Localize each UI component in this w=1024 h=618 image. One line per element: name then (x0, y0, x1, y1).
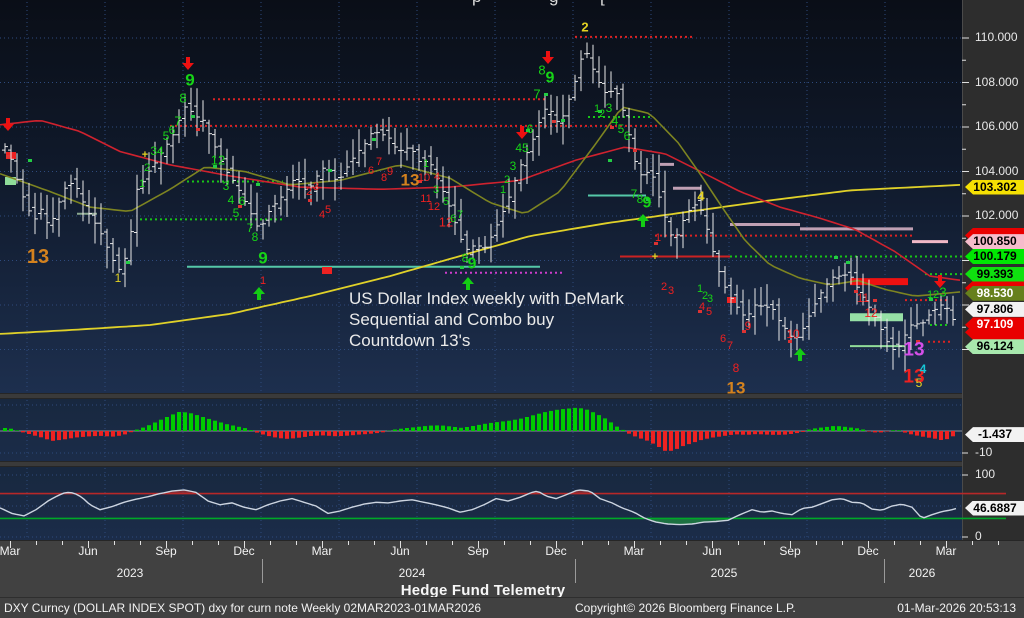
price-level-badge: 99.393 (965, 267, 1024, 282)
price-level-badge: 96.124 (965, 339, 1024, 354)
time-axis[interactable]: Hedge Fund Telemetry MarJunSepDecMarJunS… (0, 540, 1024, 597)
macd-panel[interactable] (0, 399, 962, 461)
clipped-title-glyph: g (549, 0, 558, 7)
time-tick-label: Dec (233, 544, 254, 558)
time-minor-tick (192, 541, 193, 545)
time-tick-label: Jun (390, 544, 409, 558)
year-label: 2025 (711, 566, 738, 580)
time-minor-tick (452, 541, 453, 545)
time-minor-tick (816, 541, 817, 545)
time-minor-tick (582, 541, 583, 545)
time-tick-label: Mar (936, 544, 957, 558)
year-separator (884, 559, 885, 583)
price-tick-label: 102.000 (975, 208, 1018, 222)
time-minor-tick (270, 541, 271, 545)
year-label: 2023 (117, 566, 144, 580)
time-minor-tick (894, 541, 895, 545)
time-minor-tick (530, 541, 531, 545)
price-level-badge: 97.806 (965, 302, 1024, 317)
time-minor-tick (218, 541, 219, 545)
time-tick-label: Jun (78, 544, 97, 558)
copyright-text: Copyright© 2026 Bloomberg Finance L.P. (575, 598, 796, 618)
chart-annotation-note: US Dollar Index weekly with DeMark Seque… (349, 288, 659, 351)
rsi-value-badge: 46.6887 (965, 501, 1024, 516)
macd-value-badge: -1.437 (965, 427, 1024, 442)
time-minor-tick (920, 541, 921, 545)
price-level-badge: 98.530 (965, 286, 1024, 301)
price-tick-label: 110.000 (975, 30, 1018, 44)
time-minor-tick (842, 541, 843, 545)
year-separator (575, 559, 576, 583)
year-label: 2024 (399, 566, 426, 580)
time-tick-label: Dec (545, 544, 566, 558)
time-minor-tick (504, 541, 505, 545)
rsi-panel[interactable] (0, 467, 962, 540)
clipped-title-glyph: [ (600, 0, 605, 7)
time-tick-label: Mar (624, 544, 645, 558)
time-minor-tick (764, 541, 765, 545)
price-tick-label: 106.000 (975, 119, 1018, 133)
time-minor-tick (348, 541, 349, 545)
price-axis[interactable]: 110.000 108.000 106.000 104.000 102.000 103.3… (962, 0, 1024, 540)
price-level-badge: 97.109 (965, 317, 1024, 332)
status-bar: DXY Curncy (DOLLAR INDEX SPOT) dxy for c… (0, 597, 1024, 618)
clipped-title-fragments: p g [ (0, 0, 962, 8)
timestamp: 01-Mar-2026 20:53:13 (897, 598, 1016, 618)
clipped-title-glyph: p (472, 0, 481, 7)
price-tick-label: 104.000 (975, 164, 1018, 178)
year-separator (262, 559, 263, 583)
rsi-tick-label: 100 (975, 467, 995, 481)
time-minor-tick (972, 541, 973, 545)
time-tick-label: Mar (312, 544, 333, 558)
time-minor-tick (140, 541, 141, 545)
time-minor-tick (36, 541, 37, 545)
time-minor-tick (62, 541, 63, 545)
time-tick-label: Sep (779, 544, 800, 558)
time-minor-tick (426, 541, 427, 545)
time-tick-label: Jun (702, 544, 721, 558)
price-level-badge: 100.179 (965, 249, 1024, 264)
time-tick-label: Sep (467, 544, 488, 558)
price-tick-label: 108.000 (975, 75, 1018, 89)
time-tick-label: Dec (857, 544, 878, 558)
time-tick-label: Mar (0, 544, 20, 558)
price-level-badge: 100.850 (965, 234, 1024, 249)
time-minor-tick (608, 541, 609, 545)
price-level-badge: 103.302 (965, 180, 1024, 195)
time-minor-tick (998, 541, 999, 545)
security-description: DXY Curncy (DOLLAR INDEX SPOT) dxy for c… (4, 598, 481, 618)
time-minor-tick (296, 541, 297, 545)
time-minor-tick (738, 541, 739, 545)
time-minor-tick (374, 541, 375, 545)
time-minor-tick (686, 541, 687, 545)
time-minor-tick (114, 541, 115, 545)
time-tick-label: Sep (155, 544, 176, 558)
year-label: 2026 (909, 566, 936, 580)
bloomberg-chart-window: 110.000 108.000 106.000 104.000 102.000 103.3… (0, 0, 1024, 618)
time-minor-tick (660, 541, 661, 545)
macd-tick-label: -10 (975, 445, 992, 459)
